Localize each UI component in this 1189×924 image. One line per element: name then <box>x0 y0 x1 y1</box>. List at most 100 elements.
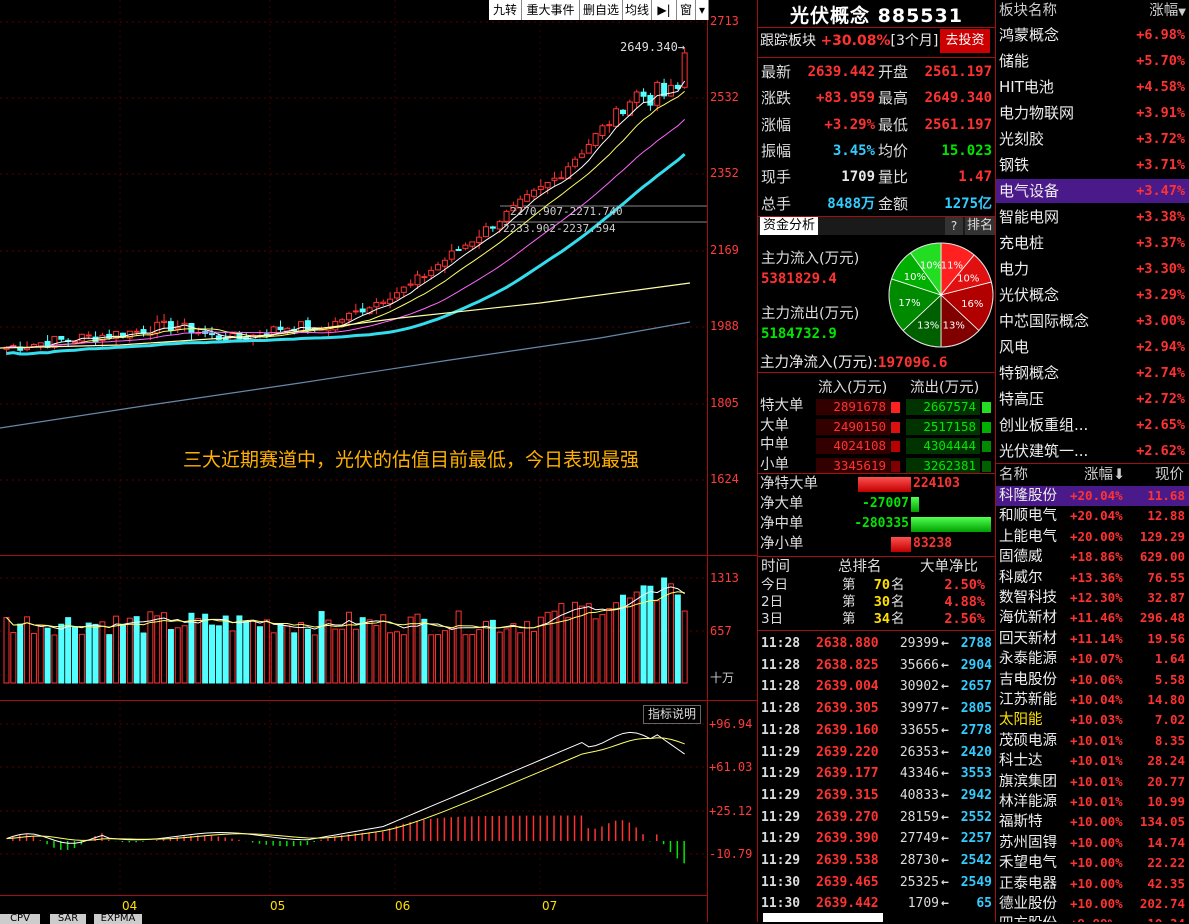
tick-volume: 25325 <box>899 874 939 890</box>
sector-list[interactable]: 鸿蒙概念 +6.98% 储能 +5.70% HIT电池 +4.58% 电力物联网 +3.91%… <box>996 23 1189 463</box>
sector-row[interactable]: 风电 +2.94% <box>996 335 1189 359</box>
stock-row[interactable]: 四方股份 +9.99% 10.34 <box>996 914 1189 922</box>
toolbar-remove-favorite[interactable]: 删自选 <box>580 0 623 20</box>
sector-row[interactable]: 中芯国际概念 +3.00% <box>996 309 1189 333</box>
volume-bar <box>188 612 195 684</box>
tick-count: 2549 <box>960 874 992 890</box>
price-axis-label: 1624 <box>710 472 739 486</box>
stock-row[interactable]: 科士达 +10.01% 28.24 <box>996 751 1189 771</box>
price-axis-label: 2713 <box>710 14 739 28</box>
flow-out-swatch <box>982 460 991 472</box>
sector-row[interactable]: 创业板重组... +2.65% <box>996 413 1189 437</box>
stock-row[interactable]: 科威尔 +13.36% 76.55 <box>996 568 1189 588</box>
go-invest-button[interactable]: 去投资 <box>940 29 990 53</box>
sector-header-change[interactable]: 涨幅▼ <box>1149 0 1186 24</box>
stock-change: +10.00% <box>1070 855 1123 871</box>
toolbar-next-icon[interactable]: ▶| <box>652 0 677 20</box>
volume-bar <box>78 633 85 684</box>
stock-change: +20.00% <box>1070 528 1123 544</box>
sector-row[interactable]: 智能电网 +3.38% <box>996 205 1189 229</box>
volume-bar <box>483 620 489 684</box>
stock-row[interactable]: 禾望电气 +10.00% 22.22 <box>996 853 1189 873</box>
sector-row[interactable]: 特高压 +2.72% <box>996 387 1189 411</box>
stock-list[interactable]: 科隆股份 +20.04% 11.68 和顺电气 +20.04% 12.88 上能电气 +20.… <box>996 486 1189 922</box>
stock-row[interactable]: 福斯特 +10.00% 134.05 <box>996 812 1189 832</box>
net-flow-table: 净特大单 224103 净大单 -27007 净中单 -280335 净小单 83238 <box>758 474 995 556</box>
stock-price: 22.22 <box>1147 855 1185 871</box>
candle-body <box>578 153 585 158</box>
tick-arrow-icon: ← <box>941 701 949 717</box>
sector-row[interactable]: 光伏概念 +3.29% <box>996 283 1189 307</box>
tab-cpv[interactable]: CPV <box>0 914 40 924</box>
stock-row[interactable]: 苏州固锝 +10.00% 14.74 <box>996 833 1189 853</box>
sector-row[interactable]: 电力物联网 +3.91% <box>996 101 1189 125</box>
stock-name: 禾望电气 <box>999 855 1057 872</box>
sector-row[interactable]: 储能 +5.70% <box>996 49 1189 73</box>
sector-row[interactable]: 特钢概念 +2.74% <box>996 361 1189 385</box>
stock-row[interactable]: 吉电股份 +10.06% 5.58 <box>996 670 1189 690</box>
stock-change: +10.00% <box>1070 834 1123 850</box>
sector-row[interactable]: 充电桩 +3.37% <box>996 231 1189 255</box>
stock-row[interactable]: 和顺电气 +20.04% 12.88 <box>996 506 1189 526</box>
sector-row[interactable]: 光刻胶 +3.72% <box>996 127 1189 151</box>
toolbar-major-events[interactable]: 重大事件 <box>522 0 580 20</box>
net-flow-label: 净中单 <box>760 516 804 532</box>
quote-value: 2561.197 <box>924 64 992 80</box>
stock-row[interactable]: 上能电气 +20.00% 129.29 <box>996 527 1189 547</box>
stock-row[interactable]: 旗滨集团 +10.01% 20.77 <box>996 772 1189 792</box>
chart-area[interactable]: 九转 重大事件 删自选 均线 ▶| 窗 ▾ 2713 2532 2352 216… <box>0 0 758 924</box>
candle-body <box>441 259 448 267</box>
candle-body <box>633 91 640 103</box>
candle-body <box>277 326 284 331</box>
help-icon[interactable]: ? <box>945 217 963 235</box>
stock-change: +11.14% <box>1070 630 1123 646</box>
tick-table[interactable]: 11:28 2638.880 29399 ← 2788 11:28 2638.825 3566… <box>758 633 995 918</box>
toolbar-window[interactable]: 窗 <box>677 0 696 20</box>
sector-change: +3.00% <box>1136 313 1185 329</box>
quote-table: 最新 2639.442 开盘 2561.197 涨跌 +83.959 最高 2649.340 涨… <box>758 59 995 219</box>
stock-header-change[interactable]: 涨幅⬇ <box>1084 465 1125 485</box>
toolbar-ma[interactable]: 均线 <box>623 0 652 20</box>
candle-body <box>78 333 85 342</box>
stock-row[interactable]: 固德威 +18.86% 629.00 <box>996 547 1189 567</box>
tab-expma[interactable]: EXPMA <box>94 914 142 924</box>
volume-bar <box>3 617 10 684</box>
indicator-help-button[interactable]: 指标说明 <box>643 705 701 724</box>
tab-fund-analysis[interactable]: 资金分析 <box>760 217 819 235</box>
stock-row[interactable]: 数智科技 +12.30% 32.87 <box>996 588 1189 608</box>
stock-row[interactable]: 德业股份 +10.00% 202.74 <box>996 894 1189 914</box>
stock-row[interactable]: 永泰能源 +10.07% 1.64 <box>996 649 1189 669</box>
high-price-label: 2649.340→ <box>620 40 686 54</box>
quote-label: 现手 <box>761 168 792 187</box>
stock-row[interactable]: 海优新材 +11.46% 296.48 <box>996 608 1189 628</box>
candle-body <box>421 276 428 279</box>
sector-row[interactable]: 鸿蒙概念 +6.98% <box>996 23 1189 47</box>
rank-prefix: 第 <box>842 611 856 627</box>
sector-row[interactable]: 光伏建筑一... +2.62% <box>996 439 1189 463</box>
rank-button[interactable]: 排名 <box>965 217 995 235</box>
sector-row[interactable]: 电气设备 +3.47% <box>996 179 1189 203</box>
sector-row[interactable]: HIT电池 +4.58% <box>996 75 1189 99</box>
sector-row[interactable]: 钢铁 +3.71% <box>996 153 1189 177</box>
right-lists: 板块名称 涨幅▼ 鸿蒙概念 +6.98% 储能 +5.70% HIT电池 +4.58% 电力… <box>995 0 1189 922</box>
stock-row[interactable]: 科隆股份 +20.04% 11.68 <box>996 486 1189 506</box>
volume-bar <box>140 632 147 684</box>
sort-down-icon: ⬇ <box>1113 467 1126 483</box>
stock-row[interactable]: 江苏新能 +10.04% 14.80 <box>996 690 1189 710</box>
stock-row[interactable]: 正泰电器 +10.00% 42.35 <box>996 874 1189 894</box>
rank-header: 时间 总排名 大单净比 <box>758 557 995 577</box>
stock-row[interactable]: 茂硕电源 +10.01% 8.35 <box>996 731 1189 751</box>
tick-scroll-tab[interactable] <box>763 913 883 922</box>
price-axis-label: 2532 <box>710 90 739 104</box>
stock-row[interactable]: 太阳能 +10.03% 7.02 <box>996 710 1189 730</box>
volume-bar <box>298 622 305 684</box>
stock-row[interactable]: 林洋能源 +10.01% 10.99 <box>996 792 1189 812</box>
toolbar-dropdown-icon[interactable]: ▾ <box>696 0 709 20</box>
stock-row[interactable]: 回天新材 +11.14% 19.56 <box>996 629 1189 649</box>
tick-count: 2904 <box>960 657 992 673</box>
sector-row[interactable]: 电力 +3.30% <box>996 257 1189 281</box>
candle-body <box>613 108 620 127</box>
toolbar-jiuzhuan[interactable]: 九转 <box>489 0 522 20</box>
tab-sar[interactable]: SAR <box>50 914 86 924</box>
net-flow-bar <box>911 497 919 512</box>
